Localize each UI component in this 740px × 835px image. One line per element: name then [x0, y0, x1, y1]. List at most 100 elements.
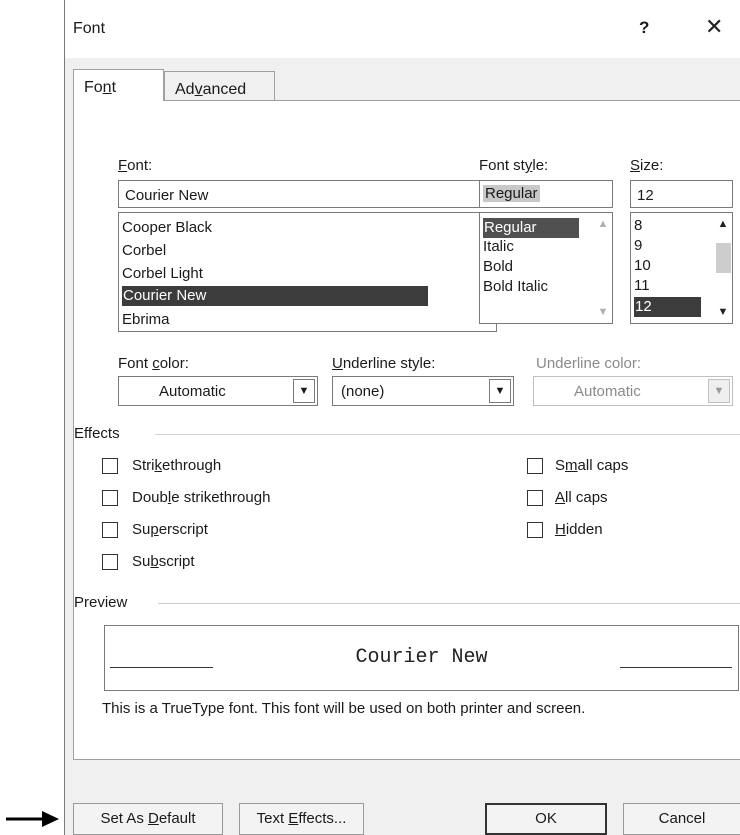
double-strikethrough-text-end: e strikethrough [171, 489, 271, 506]
underline-color-label: Underline color: [536, 355, 642, 372]
text-effects-key: E [288, 810, 299, 827]
hidden-checkbox[interactable] [527, 522, 543, 538]
preview-line-right [620, 667, 732, 668]
text-effects-button[interactable]: Text Effects... [239, 803, 364, 835]
font-style-scrollbar[interactable]: ▲ ▼ [594, 213, 612, 323]
hidden-key: H [555, 521, 566, 538]
set-as-default-key: D [147, 810, 159, 827]
font-style-value: Regular [483, 185, 540, 202]
small-caps-text: S [555, 457, 566, 474]
set-as-default-text: Set As [100, 810, 148, 827]
font-label: Font: [118, 157, 152, 174]
dialog-title: Font [73, 20, 106, 37]
font-label-text: ont: [127, 157, 153, 174]
small-caps-text-end: all caps [577, 457, 629, 474]
font-input[interactable]: Courier New [118, 180, 497, 208]
subscript-label: Subscript [132, 553, 195, 570]
size-label-text: ize: [640, 157, 664, 174]
font-color-dropdown[interactable]: Automatic ▼ [118, 376, 318, 406]
superscript-checkbox[interactable] [102, 522, 118, 538]
ok-button[interactable]: OK [485, 803, 607, 835]
font-style-label-text-end: le: [532, 157, 549, 174]
font-style-item-selected[interactable]: Regular [483, 218, 579, 238]
strikethrough-checkbox[interactable] [102, 458, 118, 474]
underline-color-value: Automatic [574, 383, 641, 400]
font-list-item[interactable]: Corbel Light [122, 264, 427, 284]
font-style-input[interactable]: Regular [479, 180, 613, 208]
chevron-down-icon[interactable]: ▼ [489, 379, 511, 403]
small-caps-label: Small caps [555, 457, 628, 474]
superscript-key: p [150, 521, 159, 538]
subscript-key: b [150, 553, 159, 570]
small-caps-checkbox[interactable] [527, 458, 543, 474]
tab-advanced-key: v [194, 81, 203, 98]
underline-color-dropdown[interactable]: Automatic ▼ [533, 376, 733, 406]
font-style-item[interactable]: Bold [483, 257, 513, 277]
double-strikethrough-checkbox[interactable] [102, 490, 118, 506]
font-list-item-selected[interactable]: Courier New [122, 286, 428, 306]
preview-divider [158, 603, 740, 604]
hidden-text-end: idden [565, 521, 603, 538]
close-icon[interactable]: ✕ [705, 14, 723, 40]
superscript-label: Superscript [132, 521, 208, 538]
strikethrough-text: Stri [132, 457, 155, 474]
all-caps-key: A [555, 489, 566, 506]
tab-font[interactable]: Font [73, 69, 164, 101]
tab-font-text: Fo [84, 79, 103, 96]
strikethrough-key: k [154, 457, 163, 474]
text-effects-text: Text [256, 810, 289, 827]
size-item[interactable]: 9 [634, 236, 642, 256]
tab-font-label: Font [84, 79, 116, 97]
font-style-item[interactable]: Bold Italic [483, 277, 548, 297]
font-color-label-text-end: olor: [159, 355, 189, 372]
size-list[interactable]: 8 9 10 11 12 ▲ ▼ [630, 212, 733, 324]
scroll-up-icon[interactable]: ▲ [714, 215, 732, 233]
font-style-item[interactable]: Italic [483, 237, 514, 257]
text-effects-text-end: ffects... [298, 810, 347, 827]
size-scrollbar[interactable]: ▲ ▼ [714, 213, 732, 323]
cancel-button[interactable]: Cancel [623, 803, 740, 835]
superscript-text: Su [132, 521, 151, 538]
size-item[interactable]: 11 [634, 276, 650, 296]
all-caps-label: All caps [555, 489, 608, 506]
scroll-up-icon[interactable]: ▲ [594, 215, 612, 233]
font-label-key: F [118, 157, 128, 174]
underline-style-label: Underline style: [332, 355, 435, 372]
size-item[interactable]: 10 [634, 256, 651, 276]
chevron-down-icon[interactable]: ▼ [708, 379, 730, 403]
underline-style-value: (none) [341, 383, 385, 400]
underline-style-dropdown[interactable]: (none) ▼ [332, 376, 514, 406]
font-color-value: Automatic [159, 383, 226, 400]
font-list[interactable]: Cooper Black Corbel Corbel Light Courier… [118, 212, 497, 332]
size-item-selected[interactable]: 12 [634, 297, 701, 317]
underline-style-label-key: U [332, 355, 343, 372]
font-style-list[interactable]: Regular Italic Bold Bold Italic ▲ ▼ [479, 212, 613, 324]
scroll-down-icon[interactable]: ▼ [714, 303, 732, 321]
effects-divider [155, 434, 740, 435]
help-button[interactable]: ? [639, 18, 649, 38]
tab-advanced[interactable]: Advanced [164, 71, 275, 101]
strikethrough-label: Strikethrough [132, 457, 221, 474]
scroll-down-icon[interactable]: ▼ [594, 303, 612, 321]
all-caps-text-end: ll caps [565, 489, 608, 506]
all-caps-checkbox[interactable] [527, 490, 543, 506]
font-list-item[interactable]: Ebrima [122, 310, 427, 330]
underline-style-label-text: nderline style: [342, 355, 436, 372]
tab-advanced-text: Ad [175, 81, 195, 98]
font-list-item[interactable]: Corbel [122, 241, 427, 261]
double-strikethrough-label: Double strikethrough [132, 489, 270, 506]
set-as-default-button[interactable]: Set As Default [73, 803, 223, 835]
tab-advanced-text-end: anced [202, 81, 247, 98]
subscript-checkbox[interactable] [102, 554, 118, 570]
size-input[interactable]: 12 [630, 180, 733, 208]
size-item[interactable]: 8 [634, 216, 642, 236]
font-style-label: Font style: [479, 157, 548, 174]
superscript-text-end: erscript [158, 521, 208, 538]
double-strikethrough-text: Doub [132, 489, 168, 506]
scroll-thumb[interactable] [716, 243, 731, 273]
chevron-down-icon[interactable]: ▼ [293, 379, 315, 403]
font-color-label-text: Font [118, 355, 153, 372]
font-list-item[interactable]: Cooper Black [122, 218, 427, 238]
preview-group-title: Preview [74, 594, 128, 611]
font-dialog: Font ? ✕ Font Advanced Font: Courier New… [64, 0, 740, 835]
